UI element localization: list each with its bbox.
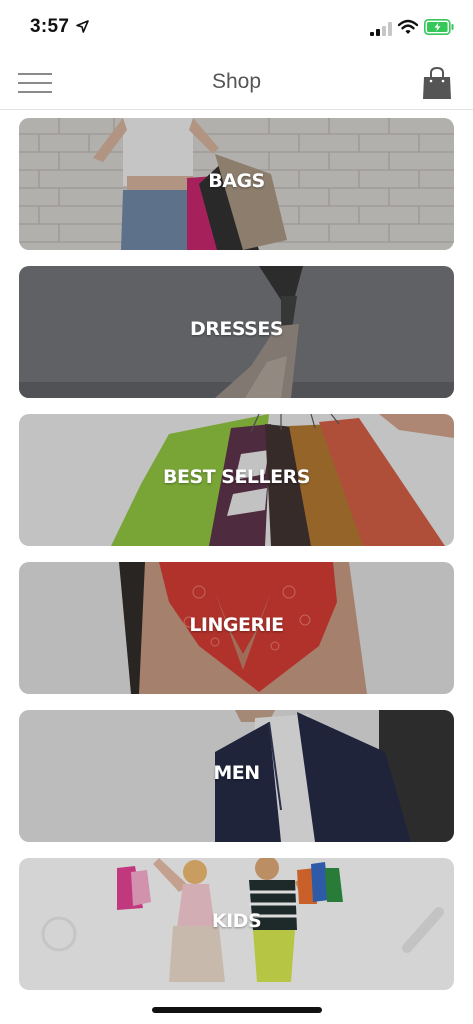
wifi-icon <box>398 19 418 34</box>
category-card-dresses[interactable]: DRESSES <box>19 266 454 398</box>
location-arrow-icon <box>76 20 89 33</box>
category-label: LINGERIE <box>189 614 284 636</box>
category-card-kids[interactable]: KIDS <box>19 858 454 990</box>
category-label: DRESSES <box>189 318 284 340</box>
status-bar: 3:57 <box>0 0 473 56</box>
category-label: KIDS <box>211 910 262 932</box>
category-list: BAGS DRESSES BEST SELLERS LINGERIE MEN K… <box>19 118 454 1006</box>
shopping-bag-icon[interactable] <box>421 66 453 100</box>
status-time: 3:57 <box>30 16 70 37</box>
nav-bar: Shop <box>0 56 473 110</box>
category-label: MEN <box>213 762 260 784</box>
category-card-lingerie[interactable]: LINGERIE <box>19 562 454 694</box>
home-indicator[interactable] <box>152 1007 322 1013</box>
category-card-best-sellers[interactable]: BEST SELLERS <box>19 414 454 546</box>
category-card-bags[interactable]: BAGS <box>19 118 454 250</box>
category-label: BEST SELLERS <box>163 466 310 488</box>
category-card-men[interactable]: MEN <box>19 710 454 842</box>
category-label: BAGS <box>208 170 265 192</box>
page-title: Shop <box>211 70 262 93</box>
battery-icon <box>424 19 454 35</box>
cellular-signal-icon <box>370 22 392 36</box>
